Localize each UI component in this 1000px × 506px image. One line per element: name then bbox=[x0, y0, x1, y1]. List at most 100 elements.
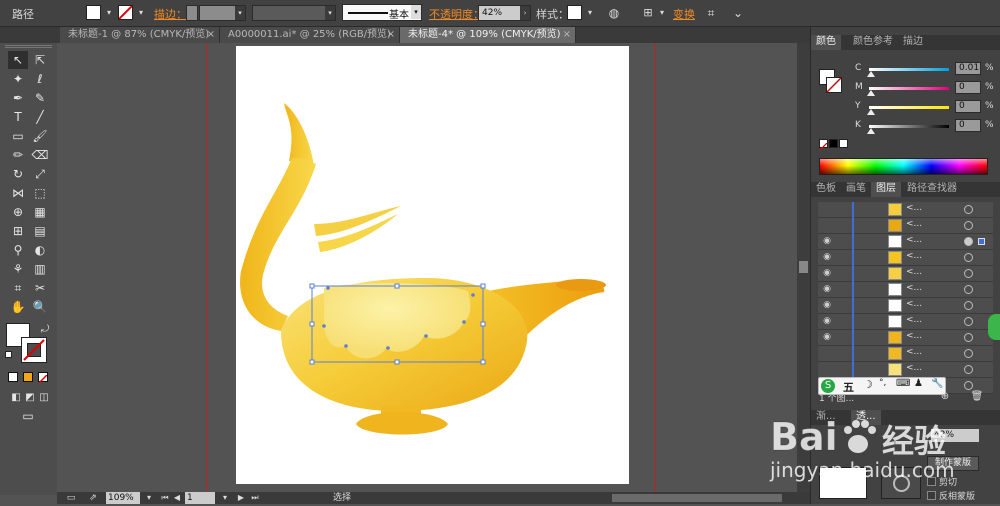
zoom-field[interactable]: 109% bbox=[106, 492, 140, 504]
panel-menu-icon[interactable]: ⌄ bbox=[730, 5, 746, 21]
eye-icon[interactable]: ◉ bbox=[820, 234, 834, 249]
layer-row[interactable]: <... bbox=[818, 218, 993, 234]
transform-link[interactable]: 变换 bbox=[673, 6, 695, 22]
pen-tool-icon[interactable]: ✒ bbox=[8, 89, 28, 107]
layer-name[interactable]: <... bbox=[906, 363, 922, 373]
opacity-label[interactable]: 不透明度： bbox=[429, 6, 484, 22]
black-swatch[interactable] bbox=[829, 139, 838, 148]
eye-icon[interactable] bbox=[820, 362, 834, 377]
perspective-grid-tool-icon[interactable]: ▦ bbox=[30, 203, 50, 221]
pencil-tool-icon[interactable]: ✏ bbox=[8, 146, 28, 164]
stroke-color-box[interactable] bbox=[21, 337, 47, 363]
target-icon[interactable] bbox=[964, 205, 973, 214]
artboard-number-field[interactable]: 1 bbox=[185, 492, 215, 504]
magic-wand-tool-icon[interactable]: ✦ bbox=[8, 70, 28, 88]
column-graph-tool-icon[interactable]: ▥ bbox=[30, 260, 50, 278]
stroke-label[interactable]: 描边： bbox=[154, 6, 187, 22]
layer-name[interactable]: <... bbox=[906, 331, 922, 341]
stroke-dropdown-icon[interactable]: ▾ bbox=[133, 5, 149, 21]
type-tool-icon[interactable]: T bbox=[8, 108, 28, 126]
stroke-weight-stepper[interactable] bbox=[186, 5, 198, 21]
wrench-icon[interactable]: 🔧 bbox=[931, 378, 943, 389]
slider-thumb[interactable] bbox=[867, 90, 875, 96]
layer-name[interactable]: <... bbox=[906, 267, 922, 277]
eye-icon[interactable] bbox=[820, 202, 834, 217]
artboard-tool-icon[interactable]: ⌗ bbox=[8, 279, 28, 297]
eye-icon[interactable] bbox=[820, 346, 834, 361]
panel-stroke-box[interactable] bbox=[826, 77, 842, 93]
tools-grip[interactable] bbox=[5, 45, 52, 48]
tab-color-guide[interactable]: 颜色参考 bbox=[848, 35, 898, 50]
paintbrush-tool-icon[interactable]: 🖌 bbox=[30, 127, 50, 145]
none-mode-icon[interactable] bbox=[38, 372, 48, 384]
layer-row[interactable]: ◉ <... bbox=[818, 314, 993, 330]
layer-name[interactable]: <... bbox=[906, 347, 922, 357]
target-icon[interactable] bbox=[964, 365, 973, 374]
floating-badge[interactable] bbox=[988, 314, 1000, 340]
target-icon[interactable] bbox=[964, 317, 973, 326]
tab-brushes[interactable]: 画笔 bbox=[841, 182, 871, 197]
hand-tool-icon[interactable]: ✋ bbox=[8, 298, 28, 316]
variable-width-profile[interactable]: ▾ bbox=[252, 5, 336, 21]
direct-selection-tool-icon[interactable]: ⇱ bbox=[30, 51, 50, 69]
target-icon[interactable] bbox=[964, 269, 973, 278]
slider-track-y[interactable] bbox=[867, 106, 949, 115]
slider-thumb[interactable] bbox=[867, 109, 875, 115]
opacity-input[interactable]: 42% › bbox=[478, 5, 531, 21]
selection-tool-icon[interactable]: ↖ bbox=[8, 51, 28, 69]
tab-untitled-4[interactable]: 未标题-4* @ 109% (CMYK/预览) × bbox=[400, 27, 576, 43]
color-spectrum[interactable] bbox=[819, 158, 988, 175]
eye-icon[interactable]: ◉ bbox=[820, 298, 834, 313]
eyedropper-tool-icon[interactable]: ⚲ bbox=[8, 241, 28, 259]
eye-icon[interactable]: ◉ bbox=[820, 250, 834, 265]
draw-inside-icon[interactable]: ◫ bbox=[34, 389, 54, 407]
layer-name[interactable]: <... bbox=[906, 299, 922, 309]
layer-row[interactable]: ◉ <... bbox=[818, 234, 993, 250]
slider-thumb[interactable] bbox=[867, 71, 875, 77]
isolate-icon[interactable]: ⌗ bbox=[703, 5, 719, 21]
eye-icon[interactable]: ◉ bbox=[820, 314, 834, 329]
target-icon[interactable] bbox=[964, 333, 973, 342]
punctuation-icon[interactable]: °, bbox=[879, 378, 886, 388]
target-icon[interactable] bbox=[964, 301, 973, 310]
artboard[interactable] bbox=[236, 46, 629, 484]
layer-row[interactable]: <... bbox=[818, 202, 993, 218]
tab-untitled-1[interactable]: 未标题-1 @ 87% (CMYK/预览) × bbox=[60, 27, 220, 43]
layer-name[interactable]: <... bbox=[906, 203, 922, 213]
target-icon[interactable] bbox=[964, 253, 973, 262]
brush-definition[interactable]: 基本 ▾ bbox=[342, 4, 422, 21]
eye-icon[interactable] bbox=[820, 218, 834, 233]
free-transform-tool-icon[interactable]: ⬚ bbox=[30, 184, 50, 202]
rotate-tool-icon[interactable]: ↻ bbox=[8, 165, 28, 183]
close-icon[interactable]: × bbox=[387, 27, 395, 42]
shape-builder-tool-icon[interactable]: ⊕ bbox=[8, 203, 28, 221]
layer-row[interactable]: <... bbox=[818, 362, 993, 378]
tab-stroke[interactable]: 描边 bbox=[898, 35, 928, 50]
stroke-weight-input[interactable]: ▾ bbox=[199, 5, 246, 21]
fill-swatch[interactable] bbox=[86, 5, 101, 20]
slider-track-c[interactable] bbox=[867, 68, 949, 77]
layer-row[interactable]: ◉ <... bbox=[818, 250, 993, 266]
slider-track-m[interactable] bbox=[867, 87, 949, 96]
tab-a0000011[interactable]: A0000011.ai* @ 25% (RGB/预览) × bbox=[220, 27, 400, 43]
selected-art-indicator[interactable] bbox=[978, 238, 985, 245]
tab-layers[interactable]: 图层 bbox=[871, 182, 901, 197]
scale-tool-icon[interactable]: ⤢ bbox=[30, 165, 50, 183]
moon-icon[interactable]: ☽ bbox=[863, 378, 873, 391]
canvas-area[interactable] bbox=[57, 43, 797, 492]
horizontal-scrollbar[interactable] bbox=[612, 494, 782, 502]
gradient-tool-icon[interactable]: ▤ bbox=[30, 222, 50, 240]
width-tool-icon[interactable]: ⋈ bbox=[8, 184, 28, 202]
layer-name[interactable]: <... bbox=[906, 283, 922, 293]
scroll-thumb[interactable] bbox=[799, 261, 808, 273]
slider-value-c[interactable]: 0.01 bbox=[955, 62, 981, 75]
target-icon[interactable] bbox=[964, 237, 973, 246]
eye-icon[interactable]: ◉ bbox=[820, 266, 834, 281]
layer-row[interactable]: ◉ <... bbox=[818, 266, 993, 282]
layer-name[interactable]: <... bbox=[906, 251, 922, 261]
recolor-artwork-icon[interactable]: ◍ bbox=[606, 5, 622, 21]
eraser-tool-icon[interactable]: ⌫ bbox=[30, 146, 50, 164]
close-icon[interactable]: × bbox=[563, 27, 571, 42]
white-swatch[interactable] bbox=[839, 139, 848, 148]
tab-pathfinder[interactable]: 路径查找器 bbox=[902, 182, 962, 197]
